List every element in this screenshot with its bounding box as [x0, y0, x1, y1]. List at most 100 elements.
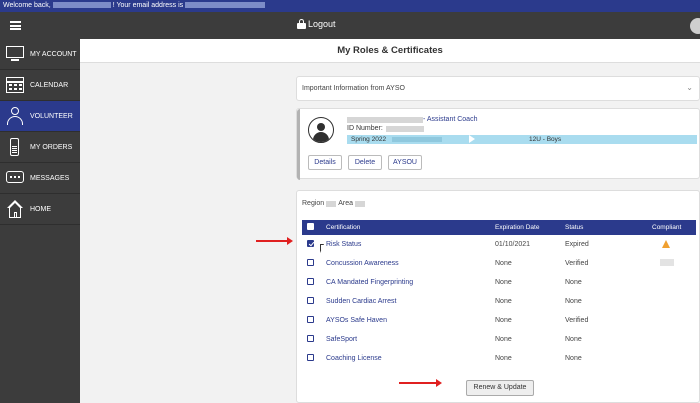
redacted-email	[185, 2, 266, 9]
annotation-arrow-risk-status	[256, 237, 293, 245]
role-season-bar: Spring 2022 12U - Boys	[347, 135, 697, 144]
user-avatar-icon	[308, 117, 334, 143]
id-number-label: ID Number:	[347, 125, 383, 132]
aysou-button[interactable]: AYSOU	[388, 155, 422, 170]
season-label: Spring 2022	[351, 136, 387, 143]
cert-expiration: None	[495, 355, 512, 362]
welcome-middle: ! Your email address is	[112, 2, 184, 9]
sidebar-item-my-account[interactable]: MY ACCOUNT	[0, 39, 80, 70]
redacted-region	[326, 200, 337, 207]
warning-icon	[662, 239, 670, 248]
cert-expiration: None	[495, 336, 512, 343]
welcome-banner: Welcome back, ! Your email address is	[0, 0, 700, 12]
header-compliant: Compliant	[652, 224, 682, 231]
sidebar-item-my-orders[interactable]: MY ORDERS	[0, 132, 80, 163]
sidebar-item-messages[interactable]: MESSAGES	[0, 163, 80, 194]
important-info-label: Important Information from AYSO	[302, 85, 405, 92]
cert-expiration: 01/10/2021	[495, 241, 531, 248]
redacted-area	[354, 200, 365, 207]
blank-compliance-icon	[660, 259, 674, 266]
id-number-line: ID Number:	[347, 125, 424, 132]
cert-status: None	[565, 355, 582, 362]
table-row: SafeSport None None	[302, 330, 696, 349]
sidebar-item-calendar[interactable]: CALENDAR	[0, 70, 80, 101]
monitor-icon	[5, 45, 25, 63]
message-icon	[5, 169, 25, 187]
sidebar-item-volunteer[interactable]: VOLUNTEER	[0, 101, 80, 132]
volunteer-icon	[5, 107, 25, 125]
row-checkbox[interactable]	[307, 240, 314, 249]
cert-status: None	[565, 336, 582, 343]
top-bar: Logout	[0, 12, 700, 39]
role-title: - Assistant Coach	[423, 116, 478, 123]
sidebar-item-home[interactable]: HOME	[0, 194, 80, 225]
cert-status: Verified	[565, 317, 589, 324]
cert-name: Concussion Awareness	[326, 260, 399, 267]
area-label: Area	[338, 200, 353, 207]
cert-name: Coaching License	[326, 355, 382, 362]
sidebar-item-label: MY ORDERS	[30, 143, 73, 151]
cert-expiration: None	[495, 298, 512, 305]
certifications-card: Region Area Certification Expiration Dat…	[296, 190, 700, 403]
important-info-accordion[interactable]: Important Information from AYSO ⌄	[296, 76, 700, 101]
sidebar-item-label: CALENDAR	[30, 81, 69, 89]
user-avatar-top[interactable]	[690, 18, 700, 34]
logout-link[interactable]: Logout	[297, 19, 336, 29]
calendar-icon	[5, 76, 25, 94]
row-checkbox[interactable]	[307, 278, 314, 287]
row-checkbox[interactable]	[307, 316, 314, 325]
details-button[interactable]: Details	[308, 155, 342, 170]
main-content: My Roles & Certificates Important Inform…	[80, 39, 700, 403]
delete-button[interactable]: Delete	[348, 155, 382, 170]
cert-name: AYSOs Safe Haven	[326, 317, 387, 324]
header-certification: Certification	[326, 224, 361, 231]
table-row: CA Mandated Fingerprinting None None	[302, 273, 696, 292]
compliance-cell	[652, 259, 674, 268]
redacted-id-number	[385, 125, 424, 132]
table-row: Risk Status 01/10/2021 Expired	[302, 235, 696, 254]
renew-update-button[interactable]: Renew & Update	[466, 380, 534, 396]
annotation-arrow-renew	[399, 379, 442, 387]
cert-name: SafeSport	[326, 336, 358, 343]
sidebar-item-label: HOME	[30, 205, 51, 213]
redacted-name	[52, 2, 111, 9]
arrow-right-icon	[469, 135, 527, 144]
table-row: Sudden Cardiac Arrest None None	[302, 292, 696, 311]
table-row: AYSOs Safe Haven None Verified	[302, 311, 696, 330]
sidebar-item-label: MESSAGES	[30, 174, 70, 182]
table-header: Certification Expiration Date Status Com…	[302, 220, 696, 235]
select-all-checkbox[interactable]	[307, 223, 314, 232]
sidebar-item-label: VOLUNTEER	[30, 112, 73, 120]
table-row: Concussion Awareness None Verified	[302, 254, 696, 273]
compliance-cell	[652, 239, 670, 250]
redacted-volunteer-name	[347, 116, 423, 123]
certifications-table: Certification Expiration Date Status Com…	[302, 220, 696, 368]
cert-status: Expired	[565, 241, 589, 248]
header-expiration: Expiration Date	[495, 224, 540, 231]
cert-name: Risk Status	[326, 241, 362, 248]
cert-status: None	[565, 279, 582, 286]
cert-status: Verified	[565, 260, 589, 267]
phone-icon	[5, 138, 25, 156]
role-name: - Assistant Coach	[347, 116, 477, 123]
row-checkbox[interactable]	[307, 259, 314, 268]
row-checkbox[interactable]	[307, 354, 314, 363]
mouse-cursor-icon	[320, 244, 324, 253]
home-icon	[5, 200, 25, 218]
chevron-down-icon: ⌄	[686, 83, 693, 92]
cert-name: Sudden Cardiac Arrest	[326, 298, 397, 305]
role-card-accent	[297, 109, 300, 180]
welcome-prefix: Welcome back,	[3, 2, 51, 9]
lock-icon	[297, 19, 306, 29]
row-checkbox[interactable]	[307, 335, 314, 344]
header-status: Status	[565, 224, 584, 231]
page-title: My Roles & Certificates	[80, 39, 700, 63]
cert-status: None	[565, 298, 582, 305]
row-checkbox[interactable]	[307, 297, 314, 306]
region-label: Region	[302, 200, 325, 207]
sidebar-item-label: MY ACCOUNT	[30, 50, 77, 58]
sidebar: MY ACCOUNT CALENDAR VOLUNTEER MY ORDERS …	[0, 39, 80, 403]
hamburger-menu-icon[interactable]	[10, 21, 21, 30]
cert-expiration: None	[495, 317, 512, 324]
table-row: Coaching License None None	[302, 349, 696, 368]
